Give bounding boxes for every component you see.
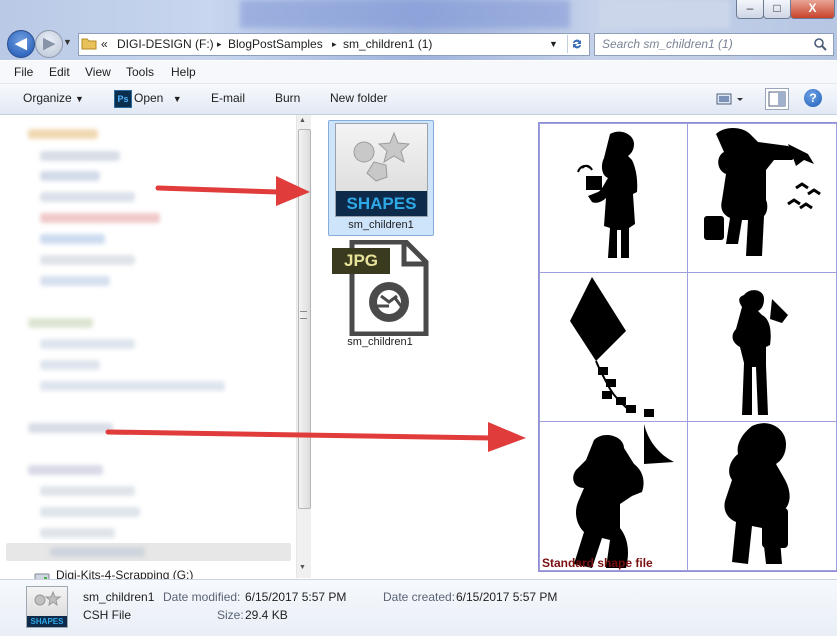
scroll-grip-icon — [300, 311, 307, 319]
recent-pages-chevron-icon[interactable]: ▼ — [63, 37, 72, 47]
blurred-nav-item — [40, 234, 105, 244]
burn-button[interactable]: Burn — [275, 91, 300, 105]
shapes-file-icon: SHAPES — [335, 123, 428, 217]
scroll-down-icon[interactable]: ▼ — [299, 564, 306, 571]
menu-bar: File Edit View Tools Help — [0, 61, 837, 84]
file-name: sm_children1 — [348, 219, 414, 231]
search-icon[interactable] — [813, 37, 827, 54]
help-icon[interactable]: ? — [804, 89, 822, 107]
menu-help[interactable]: Help — [171, 65, 196, 79]
blurred-nav-item — [40, 528, 115, 538]
blurred-nav-item — [40, 360, 100, 370]
child-silhouette-icon — [577, 131, 638, 258]
change-view-icon[interactable] — [716, 92, 746, 109]
search-input[interactable]: Search sm_children1 (1) — [594, 33, 834, 56]
preview-cell — [687, 123, 837, 273]
blurred-background-text — [600, 0, 730, 28]
email-button[interactable]: E-mail — [211, 91, 245, 105]
chevron-down-icon: ▼ — [75, 94, 84, 104]
red-arrow-icon — [155, 176, 310, 206]
blurred-nav-item — [28, 318, 93, 328]
preview-caption: Standard shape file — [542, 556, 653, 570]
address-history-chevron-icon[interactable]: ▼ — [549, 39, 558, 49]
details-file-name: sm_children1 — [83, 590, 155, 604]
open-button[interactable]: Open ▼ — [134, 91, 182, 105]
new-folder-button[interactable]: New folder — [330, 91, 387, 105]
preview-pane: Standard shape file — [538, 122, 837, 572]
size-value: 29.4 KB — [245, 608, 288, 622]
close-button[interactable]: X — [790, 0, 835, 19]
child-silhouette-icon — [704, 128, 821, 256]
back-button[interactable]: ◀ — [7, 30, 35, 58]
blurred-nav-item — [40, 151, 120, 161]
jpg-badge: JPG — [332, 248, 390, 274]
minimize-button[interactable]: – — [736, 0, 764, 19]
kite-silhouette-icon — [570, 277, 654, 417]
file-name: sm_children1 — [347, 336, 413, 348]
blurred-nav-item — [40, 213, 160, 223]
search-placeholder: Search sm_children1 (1) — [602, 37, 733, 51]
details-pane: SHAPES sm_children1 CSH File Date modifi… — [0, 579, 837, 636]
date-modified-label: Date modified: — [163, 590, 241, 604]
address-bar[interactable]: « DIGI-DESIGN (F:) ▸ BlogPostSamples ▸ s… — [78, 33, 590, 56]
breadcrumb-separator-icon[interactable]: ▸ — [332, 39, 337, 50]
preview-cell — [687, 272, 837, 422]
breadcrumb-folder[interactable]: BlogPostSamples — [228, 37, 323, 51]
red-arrow-icon — [105, 422, 526, 452]
maximize-button[interactable]: □ — [763, 0, 791, 19]
details-thumbnail: SHAPES — [26, 586, 68, 628]
size-label: Size: — [217, 608, 244, 622]
organize-button[interactable]: Organize ▼ — [23, 91, 84, 105]
blurred-nav-item — [28, 465, 103, 475]
title-bar: – □ X ◀ ▶ ▼ « DIGI-DESIGN (F:) ▸ BlogPos… — [0, 0, 837, 60]
refresh-icon[interactable] — [567, 35, 588, 53]
command-toolbar: Organize ▼ Ps Open ▼ E-mail Burn New fol… — [0, 84, 837, 115]
breadcrumb-drive[interactable]: DIGI-DESIGN (F:) — [117, 37, 214, 51]
forward-button[interactable]: ▶ — [35, 30, 63, 58]
chevron-down-icon: ▼ — [172, 94, 182, 104]
file-item-jpg[interactable]: JPG sm_children1 — [328, 238, 432, 352]
child-silhouette-icon — [724, 423, 790, 564]
preview-cell — [687, 421, 837, 571]
blurred-nav-item — [50, 547, 145, 557]
horizontal-scrollbar[interactable] — [6, 543, 291, 561]
menu-tools[interactable]: Tools — [126, 65, 154, 79]
preview-cell — [539, 123, 688, 273]
breadcrumb-current[interactable]: sm_children1 (1) — [343, 37, 432, 51]
child-silhouette-icon — [732, 290, 788, 415]
breadcrumb-separator-icon[interactable]: ▸ — [217, 39, 222, 50]
date-created-label: Date created: — [383, 590, 456, 604]
menu-view[interactable]: View — [85, 65, 111, 79]
date-modified-value: 6/15/2017 5:57 PM — [245, 590, 347, 604]
blurred-nav-item — [40, 276, 110, 286]
blurred-nav-item — [40, 381, 225, 391]
photoshop-icon: Ps — [114, 90, 132, 108]
blurred-nav-item — [40, 192, 135, 202]
date-created-value: 6/15/2017 5:57 PM — [456, 590, 558, 604]
shapes-badge: SHAPES — [27, 616, 67, 627]
preview-cell: Standard shape file — [539, 421, 688, 571]
preview-cell — [539, 272, 688, 422]
shapes-badge: SHAPES — [336, 191, 427, 216]
blurred-nav-item — [40, 255, 135, 265]
details-file-type: CSH File — [83, 608, 132, 622]
blurred-nav-item — [40, 507, 140, 517]
menu-file[interactable]: File — [14, 65, 33, 79]
blurred-nav-item — [40, 486, 135, 496]
blurred-nav-item — [28, 129, 98, 139]
file-item-shapes[interactable]: SHAPES sm_children1 — [328, 120, 434, 236]
menu-edit[interactable]: Edit — [49, 65, 70, 79]
address-overflow[interactable]: « — [101, 37, 108, 51]
child-silhouette-icon — [573, 424, 674, 568]
scroll-up-icon[interactable]: ▲ — [299, 117, 306, 124]
blurred-nav-item — [40, 171, 100, 181]
folder-icon — [81, 36, 97, 53]
blurred-nav-item — [40, 339, 135, 349]
blurred-background — [240, 0, 570, 28]
preview-pane-icon[interactable] — [765, 88, 789, 110]
